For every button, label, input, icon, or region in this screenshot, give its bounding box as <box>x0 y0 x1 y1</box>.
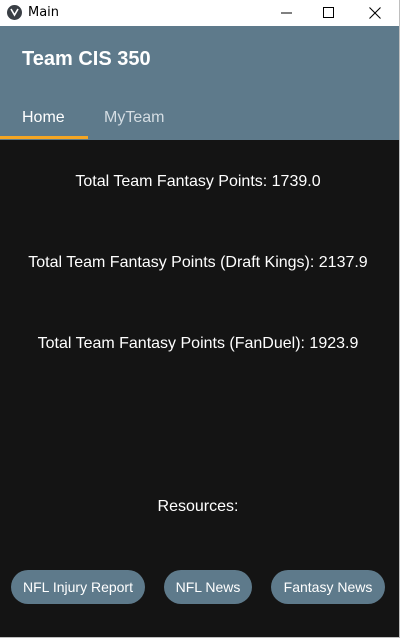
maximize-icon <box>323 7 334 18</box>
tab-home[interactable]: Home <box>22 109 65 127</box>
total-fantasy-points-fanduel: Total Team Fantasy Points (FanDuel): 192… <box>37 335 359 352</box>
window-title: Main <box>28 5 60 20</box>
nfl-news-button[interactable]: NFL News <box>164 570 252 604</box>
app-window: Main Team CIS 350 Home MyTeam Total Team… <box>0 0 400 638</box>
total-fantasy-points: Total Team Fantasy Points: 1739.0 <box>75 173 321 190</box>
app-header: Team CIS 350 Home MyTeam <box>0 26 399 140</box>
fantasy-news-button[interactable]: Fantasy News <box>271 570 385 604</box>
maximize-button[interactable] <box>306 0 352 26</box>
resources-label: Resources: <box>157 498 239 515</box>
minimize-icon <box>281 12 292 14</box>
page-title: Team CIS 350 <box>22 48 151 70</box>
active-tab-indicator <box>0 136 88 139</box>
tab-myteam[interactable]: MyTeam <box>104 109 164 127</box>
window-titlebar[interactable]: Main <box>0 0 399 26</box>
home-content: Total Team Fantasy Points: 1739.0 Total … <box>0 140 399 637</box>
close-button[interactable] <box>352 0 398 26</box>
total-fantasy-points-draftkings: Total Team Fantasy Points (Draft Kings):… <box>28 254 368 271</box>
app-icon <box>7 5 22 20</box>
minimize-button[interactable] <box>264 0 310 26</box>
nfl-injury-report-button[interactable]: NFL Injury Report <box>11 570 145 604</box>
close-icon <box>369 7 381 19</box>
